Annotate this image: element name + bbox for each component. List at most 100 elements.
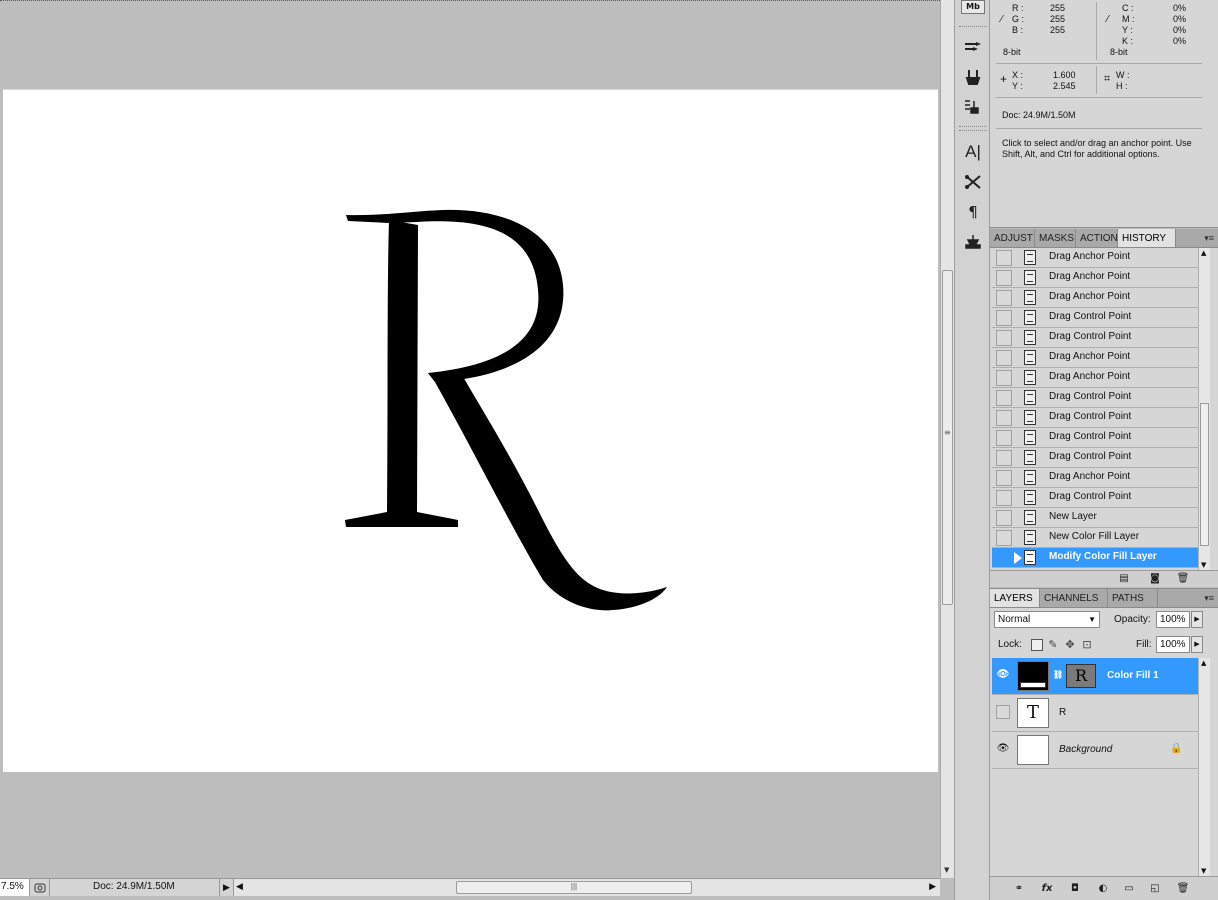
new-group-icon[interactable]: ▭ <box>1122 882 1136 895</box>
paragraph-styles-icon[interactable] <box>961 171 985 193</box>
adjustment-layer-icon[interactable]: ◐ <box>1096 882 1110 895</box>
new-layer-icon[interactable]: ◱ <box>1148 882 1162 895</box>
scroll-left-icon[interactable]: ◀ <box>236 881 243 892</box>
background-thumbnail[interactable] <box>1017 735 1049 765</box>
fill-slider-arrow-icon[interactable]: ▶ <box>1191 636 1203 653</box>
letter-r-shape[interactable] <box>3 90 938 773</box>
chain-link-icon[interactable]: ⛓ <box>1053 670 1063 679</box>
scroll-right-icon[interactable]: ▶ <box>929 881 936 892</box>
tab-layers[interactable]: LAYERS <box>990 589 1040 607</box>
history-item[interactable]: Drag Anchor Point <box>992 368 1198 388</box>
history-item[interactable]: Drag Control Point <box>992 308 1198 328</box>
brush-presets-icon[interactable] <box>961 36 985 58</box>
layer-row-background[interactable]: 👁 Background 🔒 <box>992 732 1198 769</box>
fx-icon[interactable]: fx <box>1040 882 1054 895</box>
new-document-from-state-icon[interactable]: ▤ <box>1117 572 1131 585</box>
create-snapshot-icon[interactable]: ◙ <box>1148 572 1162 585</box>
canvas-vertical-scrollbar[interactable]: ≡ ▼ <box>940 0 954 878</box>
history-brush-source-box[interactable] <box>996 410 1012 426</box>
canvas-area[interactable] <box>0 0 940 878</box>
history-brush-source-box[interactable] <box>996 390 1012 406</box>
history-item[interactable]: Drag Anchor Point <box>992 468 1198 488</box>
blend-mode-select[interactable]: Normal ▼ <box>994 611 1100 628</box>
history-brush-source-box[interactable] <box>996 490 1012 506</box>
scroll-up-icon[interactable]: ▲ <box>1201 659 1206 667</box>
layer-name[interactable]: Color Fill 1 <box>1107 670 1159 681</box>
scroll-up-icon[interactable]: ▲ <box>1201 249 1206 257</box>
clone-source-icon[interactable] <box>961 66 985 88</box>
history-item[interactable]: Drag Control Point <box>992 388 1198 408</box>
history-item[interactable]: Drag Anchor Point <box>992 268 1198 288</box>
eye-visibility-icon[interactable]: 👁 <box>996 668 1010 682</box>
history-brush-source-box[interactable] <box>996 370 1012 386</box>
panel-menu-icon[interactable]: ▾≡ <box>1204 229 1214 248</box>
layer-name[interactable]: R <box>1059 707 1066 718</box>
history-brush-source-box[interactable] <box>996 350 1012 366</box>
lock-all-icon[interactable]: ⊡ <box>1081 639 1093 651</box>
lock-position-icon[interactable]: ✥ <box>1064 639 1076 651</box>
history-item[interactable]: Modify Color Fill Layer <box>992 548 1198 568</box>
link-layers-icon[interactable]: ⚭ <box>1012 882 1026 895</box>
history-item[interactable]: Drag Control Point <box>992 448 1198 468</box>
vector-mask-thumbnail[interactable]: R <box>1066 664 1096 688</box>
tab-paths[interactable]: PATHS <box>1108 589 1158 607</box>
history-scrollbar[interactable]: ▲ ▼ <box>1198 248 1210 570</box>
lock-image-brush-icon[interactable]: ✎ <box>1047 639 1059 651</box>
history-item[interactable]: New Layer <box>992 508 1198 528</box>
history-item[interactable]: Drag Control Point <box>992 328 1198 348</box>
layer-row-type[interactable]: T R <box>992 695 1198 732</box>
fill-field[interactable]: 100% <box>1156 636 1190 653</box>
lock-transparent-icon[interactable] <box>1031 639 1043 651</box>
notes-icon[interactable] <box>961 231 985 253</box>
layers-scrollbar[interactable]: ▲ ▼ <box>1198 658 1210 876</box>
eye-visibility-icon[interactable]: 👁 <box>996 742 1010 756</box>
scroll-down-icon[interactable]: ▼ <box>1201 561 1206 569</box>
history-item[interactable]: Drag Control Point <box>992 428 1198 448</box>
tool-presets-icon[interactable] <box>961 96 985 118</box>
history-brush-source-box[interactable] <box>996 430 1012 446</box>
zoom-level-field[interactable]: 7.5% <box>0 879 30 896</box>
color-fill-thumbnail[interactable] <box>1017 661 1049 691</box>
type-layer-icon[interactable]: T <box>1017 698 1049 728</box>
history-brush-source-box[interactable] <box>996 530 1012 546</box>
tab-channels[interactable]: CHANNELS <box>1040 589 1108 607</box>
opacity-field[interactable]: 100% <box>1156 611 1190 628</box>
status-info-icon[interactable] <box>30 879 50 896</box>
tab-masks[interactable]: MASKS <box>1035 229 1076 247</box>
history-brush-source-box[interactable] <box>996 550 1012 566</box>
opacity-slider-arrow-icon[interactable]: ▶ <box>1191 611 1203 628</box>
trash-icon[interactable]: 🗑 <box>1176 572 1190 585</box>
trash-icon[interactable]: 🗑 <box>1176 882 1190 895</box>
history-item[interactable]: Drag Anchor Point <box>992 288 1198 308</box>
history-item[interactable]: Drag Control Point <box>992 408 1198 428</box>
history-brush-source-box[interactable] <box>996 270 1012 286</box>
history-brush-source-box[interactable] <box>996 510 1012 526</box>
history-brush-source-box[interactable] <box>996 250 1012 266</box>
scroll-down-icon[interactable]: ▼ <box>1201 867 1206 875</box>
history-brush-source-box[interactable] <box>996 290 1012 306</box>
history-item[interactable]: Drag Control Point <box>992 488 1198 508</box>
layer-name[interactable]: Background <box>1059 744 1112 755</box>
character-icon[interactable]: A| <box>961 141 985 163</box>
panel-menu-icon[interactable]: ▾≡ <box>1204 589 1214 608</box>
tab-history[interactable]: HISTORY <box>1118 229 1176 247</box>
horizontal-scroll-thumb[interactable]: ||| <box>456 881 692 894</box>
history-item[interactable]: New Color Fill Layer <box>992 528 1198 548</box>
mb-badge[interactable]: Mb <box>961 0 985 14</box>
history-item[interactable]: Drag Anchor Point <box>992 348 1198 368</box>
history-brush-source-box[interactable] <box>996 470 1012 486</box>
tab-actions[interactable]: ACTION <box>1076 229 1118 247</box>
visibility-toggle-empty[interactable] <box>996 705 1010 719</box>
history-brush-source-box[interactable] <box>996 330 1012 346</box>
paragraph-icon[interactable]: ¶ <box>961 201 985 223</box>
vertical-scroll-thumb[interactable]: ≡ <box>942 270 953 605</box>
history-brush-source-box[interactable] <box>996 310 1012 326</box>
add-mask-icon[interactable]: ◘ <box>1068 882 1082 895</box>
document-canvas[interactable] <box>3 89 938 772</box>
tab-adjustments[interactable]: ADJUST <box>990 229 1035 247</box>
layer-row-color-fill[interactable]: 👁 ⛓ R Color Fill 1 <box>992 658 1198 695</box>
status-menu-arrow-icon[interactable]: ▶ <box>220 879 234 896</box>
scroll-down-icon[interactable]: ▼ <box>944 866 949 874</box>
history-brush-source-box[interactable] <box>996 450 1012 466</box>
history-item[interactable]: Drag Anchor Point <box>992 248 1198 268</box>
